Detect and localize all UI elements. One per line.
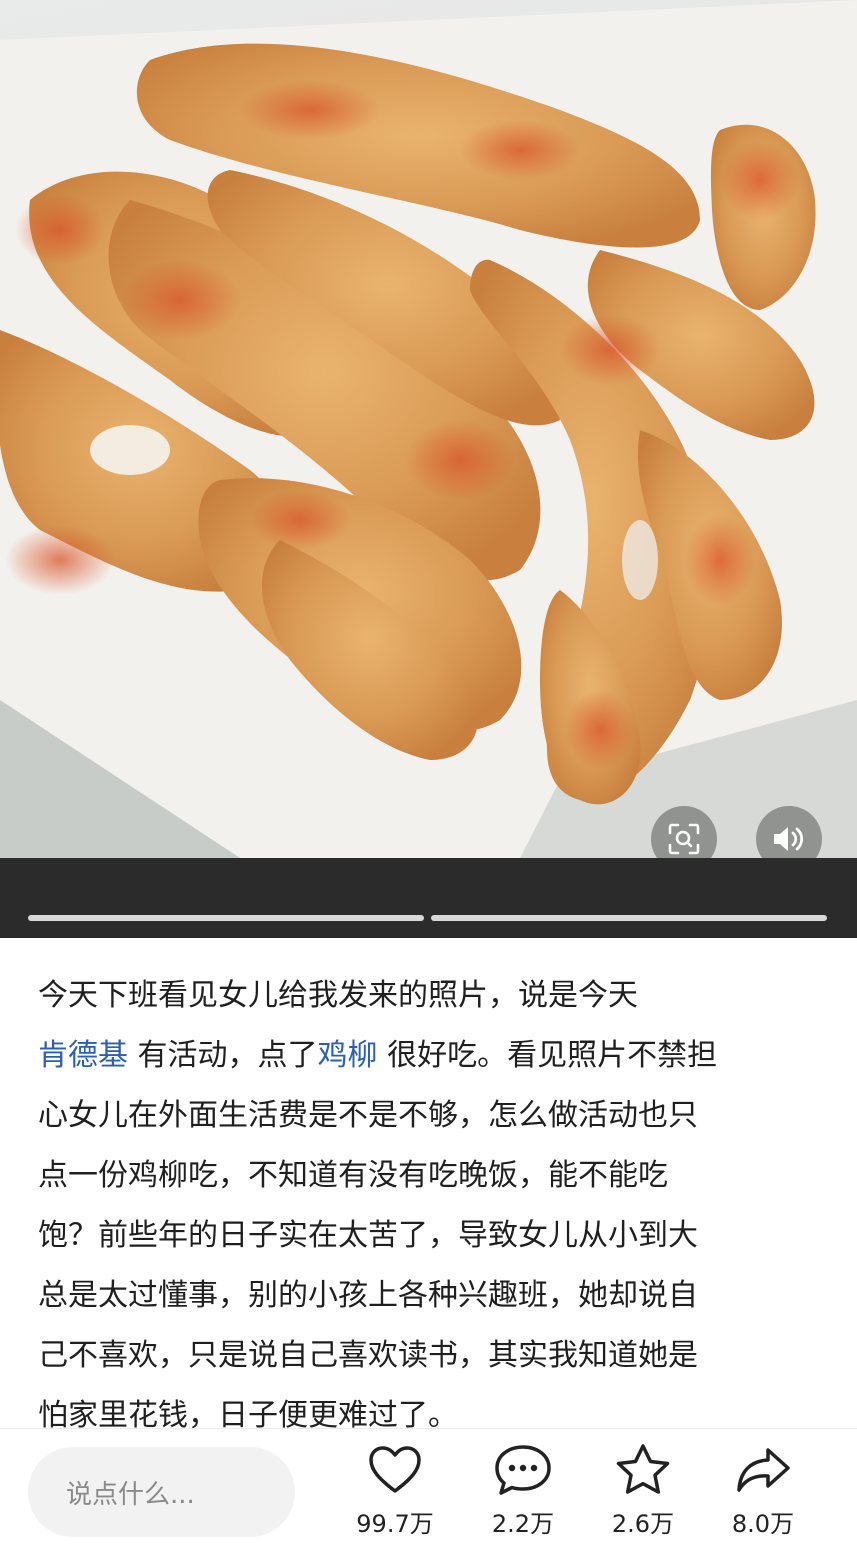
post-line: 点一份鸡柳吃，不知道有没有吃晚饭，能不能吃: [38, 1158, 668, 1193]
progress-segment-1[interactable]: [28, 915, 424, 921]
divider: [0, 1428, 857, 1429]
progress-segment-2[interactable]: [431, 915, 827, 921]
topic-link-kfc[interactable]: 肯德基: [38, 1038, 128, 1073]
comment-bubble-icon: [495, 1445, 551, 1495]
post-line: 今天下班看见女儿给我发来的照片，说是今天: [38, 978, 638, 1013]
post-line: 总是太过懂事，别的小孩上各种兴趣班，她却说自: [38, 1278, 698, 1313]
star-icon: [616, 1444, 670, 1494]
post-line: 己不喜欢，只是说自己喜欢读书，其实我知道她是: [38, 1338, 698, 1373]
post-text-fragment: 很好吃。看见照片不禁担: [387, 1038, 718, 1073]
share-button[interactable]: 8.0万: [713, 1440, 813, 1539]
like-button[interactable]: 99.7万: [345, 1440, 445, 1539]
post-media[interactable]: [0, 0, 857, 858]
post-line: 怕家里花钱，日子便更难过了。: [38, 1398, 458, 1433]
post-body: 今天下班看见女儿给我发来的照片，说是今天 肯德基 有活动，点了鸡柳 很好吃。看见…: [38, 966, 823, 1446]
favorite-count: 2.6万: [611, 1510, 675, 1538]
favorite-button[interactable]: 2.6万: [593, 1440, 693, 1539]
comment-input[interactable]: 说点什么...: [28, 1447, 295, 1537]
post-line: 饱？前些年的日子实在太苦了，导致女儿从小到大: [38, 1218, 698, 1253]
comment-count: 2.2万: [491, 1510, 555, 1538]
topic-link-chicken-strips[interactable]: 鸡柳: [318, 1038, 378, 1073]
heart-icon: [369, 1446, 421, 1493]
comment-button[interactable]: 2.2万: [473, 1440, 573, 1539]
post-line: 心女儿在外面生活费是不是不够，怎么做活动也只: [38, 1098, 698, 1133]
speaker-icon: [774, 827, 804, 851]
like-count: 99.7万: [356, 1510, 434, 1538]
lens-scan-icon: [668, 823, 700, 855]
media-progress-bar: [0, 858, 857, 938]
post-line: 肯德基 有活动，点了鸡柳 很好吃。看见照片不禁担: [38, 1026, 823, 1086]
post-text-fragment: 有活动，点了: [137, 1038, 318, 1073]
share-arrow-icon: [737, 1448, 790, 1492]
food-photo: [0, 0, 857, 858]
share-count: 8.0万: [731, 1510, 795, 1538]
